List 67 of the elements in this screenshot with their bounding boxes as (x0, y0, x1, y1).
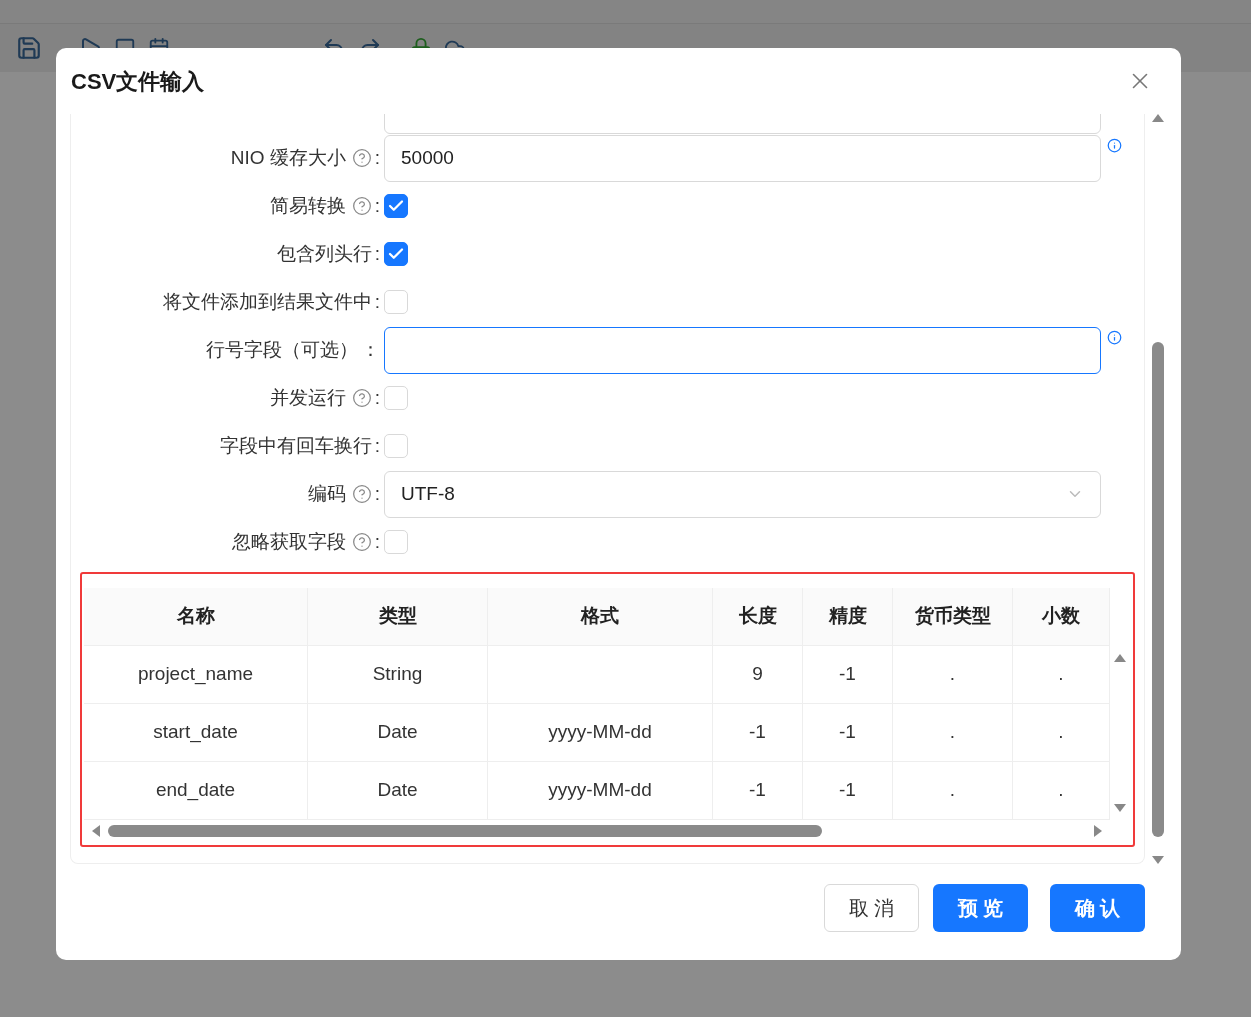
table-cell: . (1013, 646, 1110, 703)
colon: : (374, 289, 380, 314)
scroll-left-icon[interactable] (92, 825, 100, 837)
colon: : (374, 433, 380, 458)
scroll-down-icon (1114, 804, 1126, 812)
column-header: 精度 (803, 588, 893, 645)
colon: ： (361, 337, 380, 362)
scroll-down-icon[interactable] (1152, 856, 1164, 864)
colon: : (374, 481, 380, 506)
table-cell: -1 (803, 762, 893, 819)
field-label: 并发运行 (269, 385, 346, 410)
dialog-title: CSV文件输入 (71, 67, 205, 96)
vertical-scrollbar[interactable] (1151, 114, 1165, 864)
table-cell: 9 (713, 646, 803, 703)
column-header: 格式 (488, 588, 713, 645)
table-cell: Date (308, 762, 488, 819)
field-label: 字段中有回车换行 (219, 433, 372, 458)
table-cell: Date (308, 704, 488, 761)
help-icon[interactable] (351, 484, 372, 504)
column-header: 名称 (84, 588, 308, 645)
text-field[interactable] (384, 326, 1101, 374)
field-label: 忽略获取字段 (231, 529, 346, 554)
column-header: 长度 (713, 588, 803, 645)
table-cell: yyyy-MM-dd (488, 704, 713, 761)
colon: : (374, 529, 380, 554)
column-header: 小数 (1013, 588, 1110, 645)
primary-button[interactable]: 预 览 (933, 884, 1028, 932)
help-icon[interactable] (351, 148, 372, 168)
table-cell: -1 (713, 704, 803, 761)
primary-button[interactable]: 确 认 (1050, 884, 1145, 932)
table-cell: . (893, 762, 1013, 819)
scroll-right-icon[interactable] (1094, 825, 1102, 837)
field-label: 行号字段（可选） (206, 337, 358, 362)
colon: : (374, 145, 380, 170)
scroll-up-icon (1114, 654, 1126, 662)
field-label: 简易转换 (269, 193, 346, 218)
help-icon[interactable] (351, 196, 372, 216)
field-label: 编码 (307, 481, 346, 506)
table-cell: yyyy-MM-dd (488, 762, 713, 819)
colon: : (374, 241, 380, 266)
table-cell: . (1013, 762, 1110, 819)
table-cell: end_date (84, 762, 308, 819)
table-cell: start_date (84, 704, 308, 761)
cancel-button[interactable]: 取 消 (824, 884, 919, 932)
table-cell: String (308, 646, 488, 703)
column-header: 货币类型 (893, 588, 1013, 645)
column-header: 类型 (308, 588, 488, 645)
field-label: 将文件添加到结果文件中 (162, 289, 372, 314)
table-cell: . (893, 646, 1013, 703)
table-cell: -1 (803, 704, 893, 761)
table-cell: -1 (713, 762, 803, 819)
text-field[interactable]: 50000 (384, 134, 1101, 182)
field-label: 包含列头行 (276, 241, 372, 266)
table-cell: . (893, 704, 1013, 761)
table-cell: -1 (803, 646, 893, 703)
help-icon[interactable] (351, 388, 372, 408)
colon: : (374, 193, 380, 218)
checkbox[interactable] (384, 194, 408, 218)
checkbox[interactable] (384, 242, 408, 266)
scroll-up-icon[interactable] (1152, 114, 1164, 122)
colon: : (374, 385, 380, 410)
table-cell: project_name (84, 646, 308, 703)
table-cell: . (1013, 704, 1110, 761)
save-icon[interactable] (16, 35, 42, 61)
select-field[interactable]: UTF-8 (384, 470, 1101, 518)
help-icon[interactable] (351, 532, 372, 552)
field-label: NIO 缓存大小 (230, 145, 346, 170)
